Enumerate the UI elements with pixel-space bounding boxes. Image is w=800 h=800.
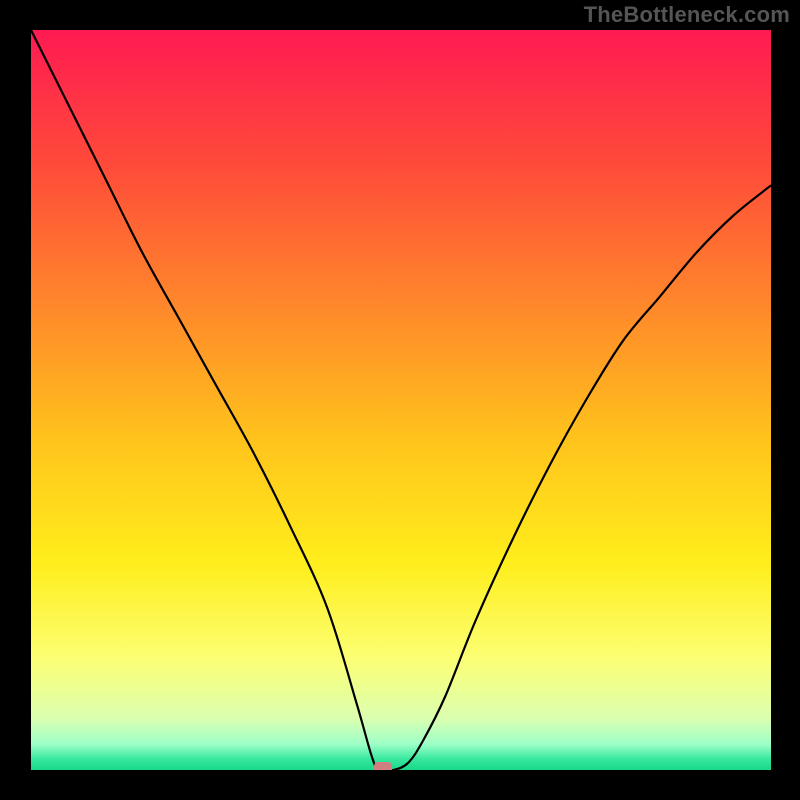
watermark: TheBottleneck.com — [584, 2, 790, 28]
bottleneck-curve — [31, 30, 771, 770]
optimal-point-marker — [374, 762, 392, 770]
chart-frame: TheBottleneck.com — [0, 0, 800, 800]
plot-area — [31, 30, 771, 770]
